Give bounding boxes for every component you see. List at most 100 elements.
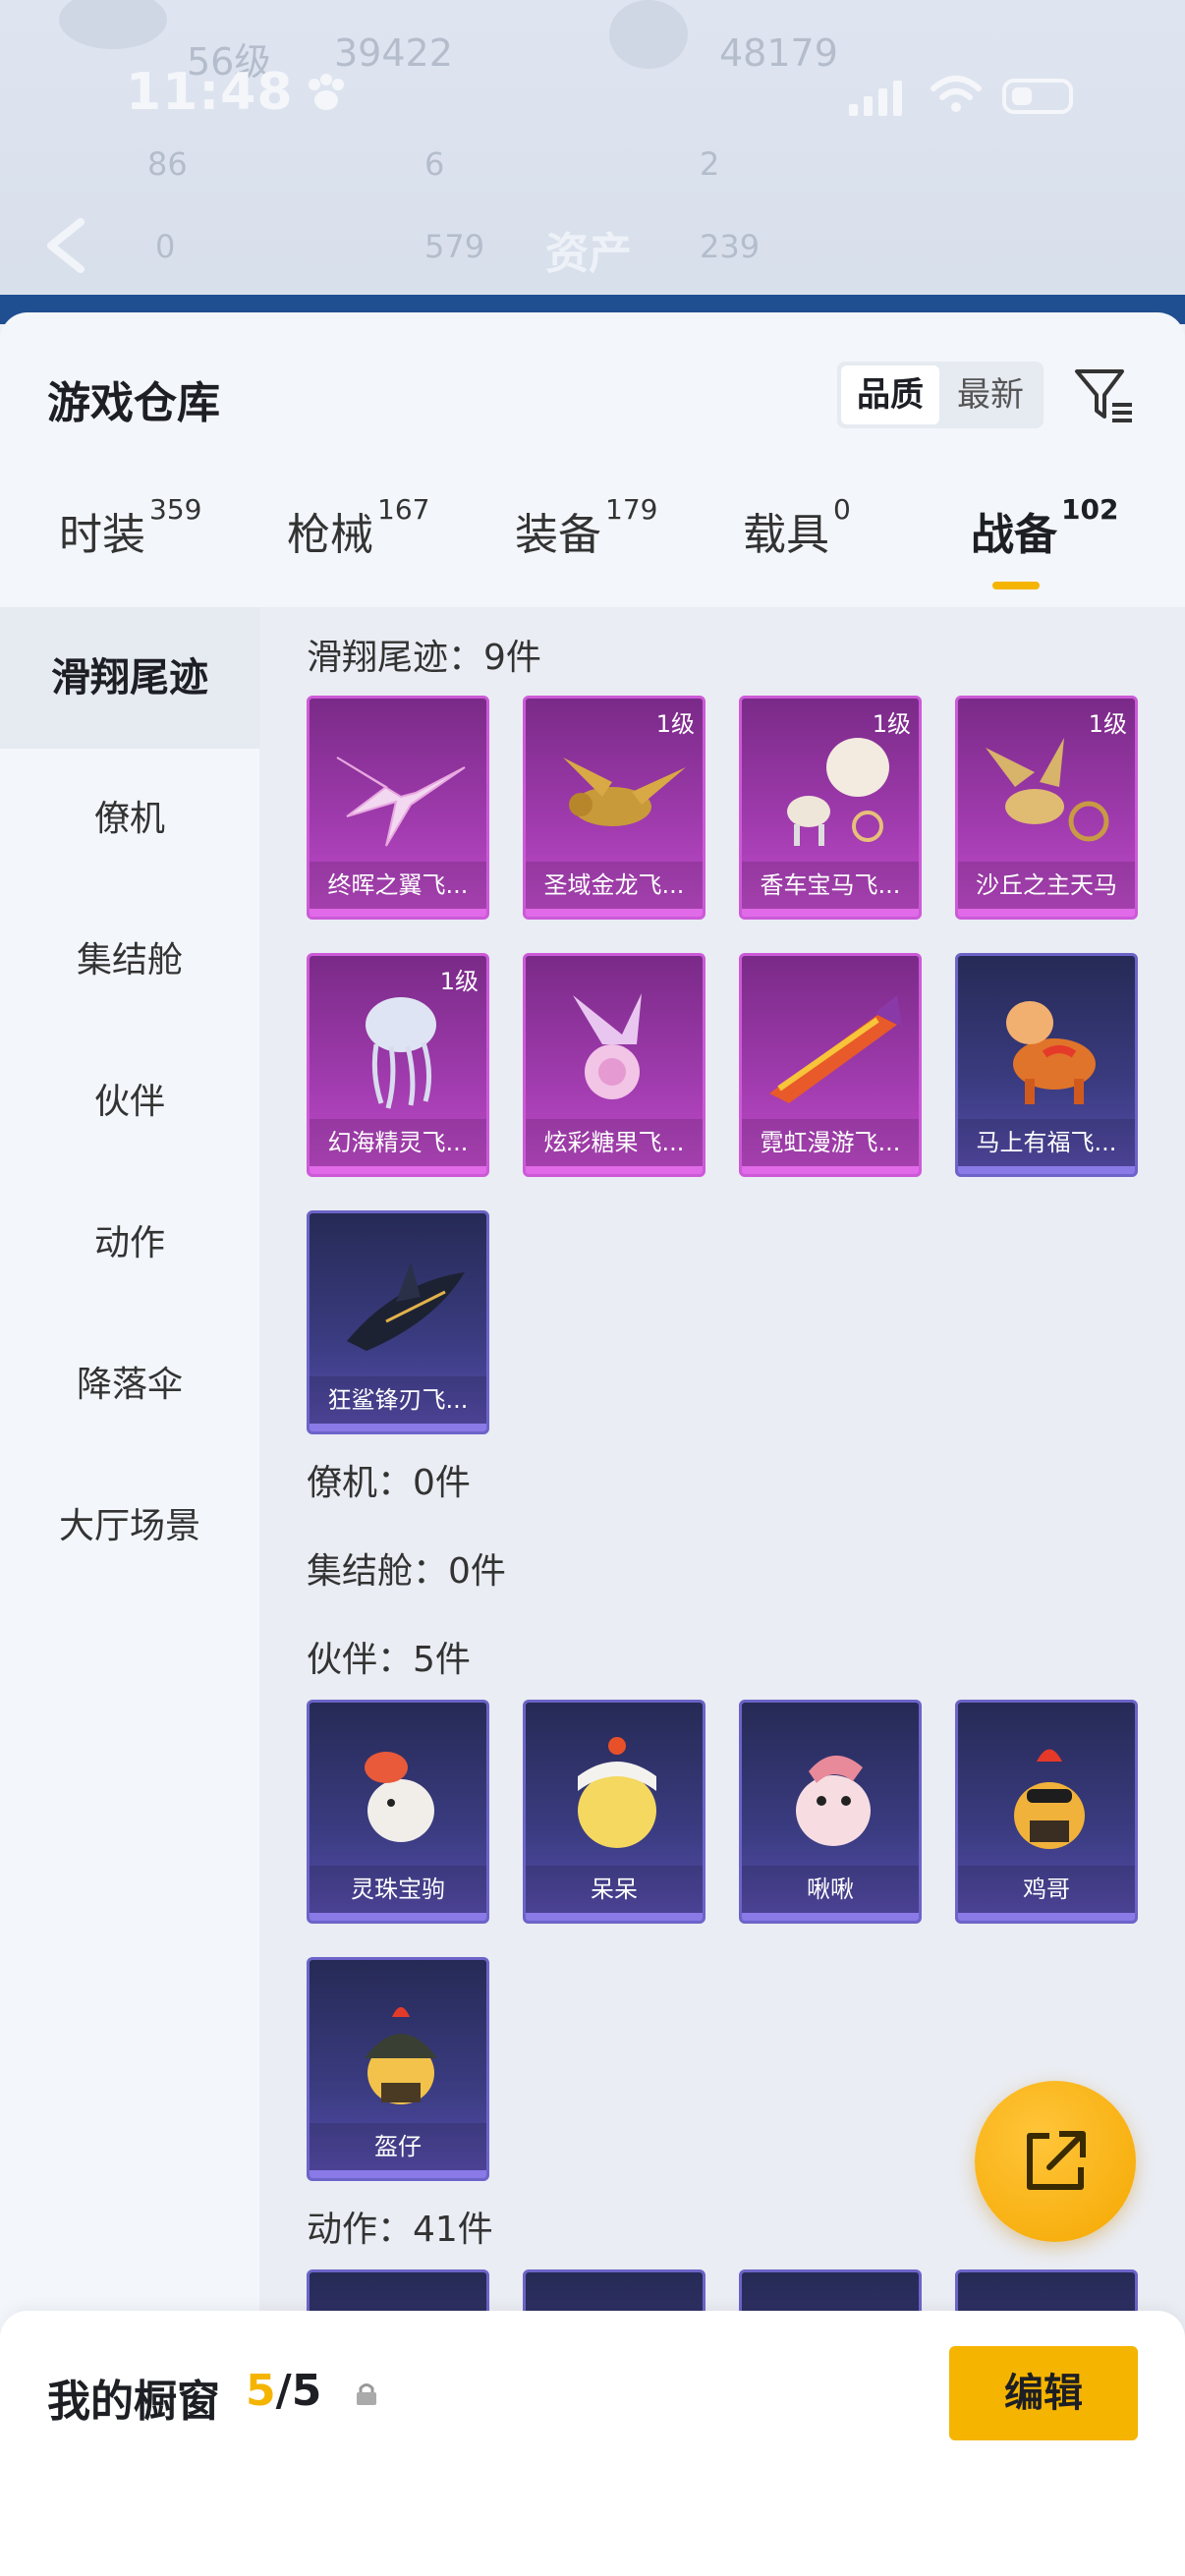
- golden-dragon-icon: [563, 757, 686, 826]
- section-title-wingman: 僚机：0件: [307, 1463, 471, 1503]
- bg-stat: 0: [155, 228, 176, 265]
- item-name: 啾啾: [742, 1866, 919, 1913]
- sort-quality-button[interactable]: 品质: [841, 365, 939, 424]
- jiujiu-bird-icon: [796, 1755, 871, 1846]
- tab-count: 179: [605, 493, 658, 526]
- wing-trail-icon: [336, 756, 466, 847]
- sidebar-item-partner[interactable]: 伙伴: [0, 1032, 259, 1173]
- tab-vehicles[interactable]: 载具0: [743, 493, 851, 562]
- item-card[interactable]: 呆呆: [523, 1700, 705, 1924]
- tab-count: 359: [149, 493, 202, 526]
- item-card[interactable]: 啾啾: [739, 1700, 922, 1924]
- item-name: 圣域金龙飞...: [526, 862, 703, 909]
- lock-icon: [357, 2383, 376, 2405]
- lingzhu-horse-icon: [365, 1752, 434, 1842]
- back-arrow-icon[interactable]: [41, 216, 90, 275]
- item-level: 1级: [872, 710, 911, 738]
- bg-avatar: [59, 0, 167, 49]
- sidebar: 滑翔尾迹 僚机 集结舱 伙伴 动作 降落伞 大厅场景: [0, 607, 259, 2576]
- share-button[interactable]: [975, 2081, 1136, 2242]
- tab-guns[interactable]: 枪械167: [287, 493, 429, 562]
- page-title: 游戏仓库: [47, 378, 220, 428]
- edit-button[interactable]: 编辑: [949, 2346, 1138, 2440]
- item-level: 1级: [439, 968, 479, 995]
- filter-icon[interactable]: [1071, 364, 1136, 428]
- item-card[interactable]: 1级 沙丘之主天马: [955, 696, 1138, 920]
- item-name: 香车宝马飞...: [742, 862, 919, 909]
- bg-page-title: 资产: [545, 229, 632, 279]
- item-name: 霓虹漫游飞...: [742, 1119, 919, 1166]
- item-card[interactable]: 炫彩糖果飞...: [523, 953, 705, 1177]
- section-title-partner: 伙伴：5件: [307, 1640, 471, 1680]
- tab-count: 0: [833, 493, 851, 526]
- tab-fashion[interactable]: 时装359: [59, 493, 201, 562]
- carriage-horse-icon: [787, 738, 889, 846]
- item-card[interactable]: 鸡哥: [955, 1700, 1138, 1924]
- item-card[interactable]: 1级 香车宝马飞...: [739, 696, 922, 920]
- jellyfish-icon: [366, 997, 436, 1109]
- item-card[interactable]: 1级 圣域金龙飞...: [523, 696, 705, 920]
- warehouse-sheet: 游戏仓库 品质 最新 时装359 枪械167 装备179 载具0 战备102 滑…: [0, 312, 1185, 2576]
- item-name: 终晖之翼飞...: [310, 862, 486, 909]
- item-name: 炫彩糖果飞...: [526, 1119, 703, 1166]
- showcase-bar: 我的橱窗 5/5 编辑: [0, 2311, 1185, 2576]
- bg-stat: 2: [700, 145, 720, 183]
- tab-equipment[interactable]: 装备179: [515, 493, 657, 562]
- item-card[interactable]: 终晖之翼飞...: [307, 696, 489, 920]
- bg-score: 39422: [334, 31, 453, 75]
- external-link-icon: [1027, 2131, 1086, 2190]
- sidebar-item-wingman[interactable]: 僚机: [0, 749, 259, 890]
- toy-horse-icon: [1006, 1001, 1096, 1104]
- bg-score-2: 48179: [719, 31, 838, 75]
- item-card[interactable]: 灵珠宝驹: [307, 1700, 489, 1924]
- active-tab-indicator: [992, 582, 1040, 589]
- neon-rocket-icon: [769, 995, 902, 1103]
- sidebar-item-lobby-scene[interactable]: 大厅场景: [0, 1456, 259, 1597]
- pegasus-icon: [986, 738, 1109, 842]
- tab-count: 102: [1061, 493, 1119, 526]
- bg-stat: 86: [147, 145, 188, 183]
- item-name: 灵珠宝驹: [310, 1866, 486, 1913]
- item-name: 狂鲨锋刃飞...: [310, 1376, 486, 1424]
- sidebar-item-action[interactable]: 动作: [0, 1173, 259, 1315]
- item-card[interactable]: 马上有福飞...: [955, 953, 1138, 1177]
- item-name: 鸡哥: [958, 1866, 1135, 1913]
- helmet-chick-icon: [365, 2007, 437, 2104]
- candy-icon: [573, 993, 642, 1099]
- item-name: 沙丘之主天马: [958, 862, 1135, 909]
- item-level: 1级: [655, 710, 695, 738]
- item-name: 幻海精灵飞...: [310, 1119, 486, 1166]
- item-card[interactable]: 1级 幻海精灵飞...: [307, 953, 489, 1177]
- sidebar-item-glide-trail[interactable]: 滑翔尾迹: [0, 607, 259, 749]
- sidebar-item-rally-pod[interactable]: 集结舱: [0, 890, 259, 1032]
- item-card[interactable]: 盔仔: [307, 1957, 489, 2181]
- item-card[interactable]: 霓虹漫游飞...: [739, 953, 922, 1177]
- item-card[interactable]: 狂鲨锋刃飞...: [307, 1210, 489, 1434]
- battery-icon: [1002, 79, 1073, 114]
- sort-toggle: 品质 最新: [837, 362, 1044, 428]
- bg-stat: 6: [424, 145, 445, 183]
- tab-gear[interactable]: 战备102: [971, 493, 1118, 562]
- showcase-count: 5/5: [246, 2366, 322, 2416]
- section-title-glide-trail: 滑翔尾迹：9件: [307, 638, 541, 678]
- bg-emblem: [609, 0, 688, 69]
- background-panel: 56级 39422 48179 86 6 2 0 579 239 资产 11:4…: [0, 0, 1185, 324]
- sort-newest-button[interactable]: 最新: [941, 365, 1040, 424]
- section-title-action: 动作：41件: [307, 2210, 493, 2250]
- category-tabs: 时装359 枪械167 装备179 载具0 战备102: [0, 489, 1185, 607]
- item-list: 滑翔尾迹：9件 终晖之翼飞... 1级 圣域金龙飞... 1级 香车宝马飞...…: [259, 607, 1185, 2576]
- daidai-chick-icon: [578, 1737, 656, 1848]
- item-name: 呆呆: [526, 1866, 703, 1913]
- status-time: 11:48: [126, 63, 294, 122]
- paw-icon: [309, 74, 344, 110]
- bg-stat: 579: [424, 228, 485, 265]
- item-name: 马上有福飞...: [958, 1119, 1135, 1166]
- tab-count: 167: [377, 493, 430, 526]
- shark-icon: [347, 1262, 465, 1351]
- item-level: 1级: [1088, 710, 1127, 738]
- showcase-label: 我的橱窗: [47, 2377, 220, 2427]
- item-name: 盔仔: [310, 2123, 486, 2170]
- bg-stat: 239: [700, 228, 761, 265]
- sidebar-item-parachute[interactable]: 降落伞: [0, 1315, 259, 1456]
- signal-icon: [849, 81, 902, 116]
